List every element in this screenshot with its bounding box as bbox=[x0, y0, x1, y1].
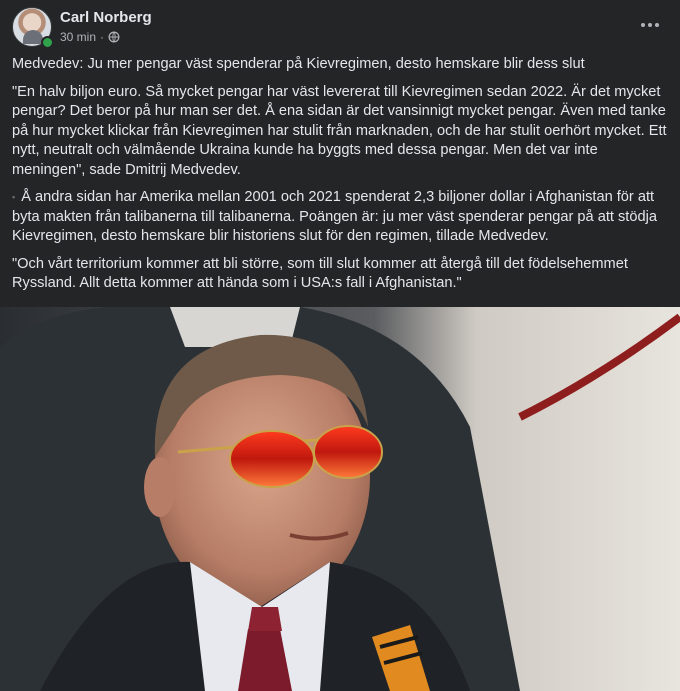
post-paragraph-text: Å andra sidan har Amerika mellan 2001 oc… bbox=[12, 189, 657, 244]
bullet-icon: ▪ bbox=[12, 192, 16, 202]
globe-icon[interactable] bbox=[108, 31, 120, 43]
post-paragraph: ▪ Å andra sidan har Amerika mellan 2001 … bbox=[12, 188, 668, 247]
more-options-button[interactable] bbox=[632, 7, 668, 43]
more-horizontal-icon bbox=[641, 23, 659, 27]
post-paragraph: "En halv biljon euro. Så mycket pengar h… bbox=[12, 83, 667, 178]
post-text: Medvedev: Ju mer pengar väst spenderar p… bbox=[12, 55, 668, 302]
post-time[interactable]: 30 min bbox=[60, 30, 96, 44]
meta-separator: · bbox=[100, 30, 105, 44]
post-header: Carl Norberg 30 min · bbox=[12, 7, 668, 49]
online-status-dot bbox=[41, 36, 54, 49]
author-name[interactable]: Carl Norberg bbox=[60, 9, 152, 26]
photo-illustration bbox=[0, 307, 680, 691]
post-photo[interactable] bbox=[0, 307, 680, 691]
post-meta: 30 min · bbox=[60, 30, 120, 44]
facebook-post: Carl Norberg 30 min · Medvedev: Ju mer p… bbox=[0, 0, 680, 691]
post-headline: Medvedev: Ju mer pengar väst spenderar p… bbox=[12, 56, 585, 72]
post-paragraph: "Och vårt territorium kommer att bli stö… bbox=[12, 255, 628, 292]
